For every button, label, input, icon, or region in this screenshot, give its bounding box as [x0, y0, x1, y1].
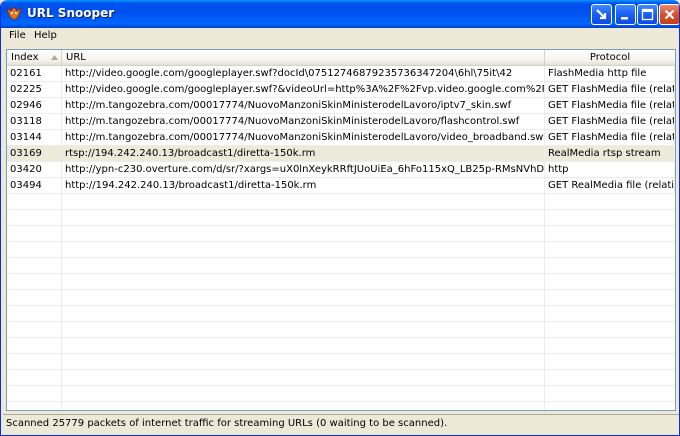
- app-window: URL Snooper File Help Index URL Protocol…: [0, 0, 680, 436]
- minimize-icon: [621, 17, 628, 20]
- empty-row: [7, 386, 675, 402]
- cell-url: http://video.google.com/googleplayer.swf…: [62, 82, 545, 97]
- table-row[interactable]: 02225 http://video.google.com/googleplaye…: [7, 82, 675, 98]
- cell-protocol: GET FlashMedia file (relative): [545, 98, 675, 113]
- close-icon: [664, 9, 675, 20]
- restore-arrow-button[interactable]: [591, 4, 612, 25]
- cell-url: http://194.242.240.13/broadcast1/diretta…: [62, 178, 545, 193]
- window-title: URL Snooper: [27, 6, 115, 20]
- sort-ascending-icon: [51, 55, 58, 60]
- table-row[interactable]: 03118 http://m.tangozebra.com/00017774/Nu…: [7, 114, 675, 130]
- maximize-icon: [641, 8, 654, 21]
- column-header-index-label: Index: [11, 52, 39, 63]
- table-row[interactable]: 03420 http://ypn-c230.overture.com/d/sr/?…: [7, 162, 675, 178]
- cell-url: http://ypn-c230.overture.com/d/sr/?xargs…: [62, 162, 545, 177]
- cell-index: 03118: [7, 114, 62, 129]
- cell-protocol: GET FlashMedia file (relative): [545, 114, 675, 129]
- minimize-button[interactable]: [615, 4, 636, 25]
- empty-row: [7, 290, 675, 306]
- cell-index: 03420: [7, 162, 62, 177]
- menu-bar: File Help: [1, 28, 679, 46]
- empty-row: [7, 338, 675, 354]
- cell-url: http://video.google.com/googleplayer.swf…: [62, 66, 545, 81]
- status-bar: Scanned 25779 packets of internet traffi…: [3, 414, 679, 433]
- cell-url: http://m.tangozebra.com/00017774/NuovoMa…: [62, 114, 545, 129]
- empty-row: [7, 210, 675, 226]
- cell-index: 02161: [7, 66, 62, 81]
- empty-row: [7, 242, 675, 258]
- menu-help[interactable]: Help: [33, 30, 58, 41]
- cell-protocol: FlashMedia http file: [545, 66, 675, 81]
- cell-index: 03494: [7, 178, 62, 193]
- url-list[interactable]: Index URL Protocol 02161 http://video.goo…: [6, 49, 676, 411]
- cell-index: 02225: [7, 82, 62, 97]
- column-header-index[interactable]: Index: [7, 50, 62, 66]
- menu-file[interactable]: File: [8, 30, 27, 41]
- cell-url: http://m.tangozebra.com/00017774/NuovoMa…: [62, 130, 545, 145]
- empty-row: [7, 322, 675, 338]
- cell-url: http://m.tangozebra.com/00017774/NuovoMa…: [62, 98, 545, 113]
- empty-row: [7, 306, 675, 322]
- maximize-button[interactable]: [637, 4, 658, 25]
- column-header-protocol-label: Protocol: [589, 52, 631, 63]
- cell-protocol: GET RealMedia file (relative): [545, 178, 675, 193]
- close-button[interactable]: [659, 4, 679, 25]
- cell-protocol: http: [545, 162, 675, 177]
- column-header-protocol[interactable]: Protocol: [545, 50, 675, 66]
- app-fox-icon: [6, 6, 22, 20]
- empty-row: [7, 258, 675, 274]
- arrow-icon: [596, 9, 607, 20]
- cell-url: rtsp://194.242.240.13/broadcast1/diretta…: [62, 146, 545, 161]
- table-row[interactable]: 03494 http://194.242.240.13/broadcast1/di…: [7, 178, 675, 194]
- empty-row: [7, 226, 675, 242]
- table-row[interactable]: 03144 http://m.tangozebra.com/00017774/Nu…: [7, 130, 675, 146]
- cell-protocol: GET FlashMedia file (relative): [545, 130, 675, 145]
- empty-row: [7, 354, 675, 370]
- table-row[interactable]: 02161 http://video.google.com/googleplaye…: [7, 66, 675, 82]
- empty-row: [7, 274, 675, 290]
- cell-protocol: GET FlashMedia file (relative): [545, 82, 675, 97]
- cell-index: 02946: [7, 98, 62, 113]
- list-header: Index URL Protocol: [7, 50, 675, 66]
- cell-index: 03144: [7, 130, 62, 145]
- table-row[interactable]: 03169 rtsp://194.242.240.13/broadcast1/di…: [7, 146, 675, 162]
- status-text: Scanned 25779 packets of internet traffi…: [6, 418, 448, 429]
- table-row[interactable]: 02946 http://m.tangozebra.com/00017774/Nu…: [7, 98, 675, 114]
- list-body: 02161 http://video.google.com/googleplaye…: [7, 66, 675, 410]
- empty-row: [7, 370, 675, 386]
- empty-row: [7, 194, 675, 210]
- title-bar[interactable]: URL Snooper: [1, 0, 679, 28]
- cell-protocol: RealMedia rtsp stream: [545, 146, 675, 161]
- column-header-url-label: URL: [66, 52, 86, 63]
- cell-index: 03169: [7, 146, 62, 161]
- column-header-url[interactable]: URL: [62, 50, 545, 66]
